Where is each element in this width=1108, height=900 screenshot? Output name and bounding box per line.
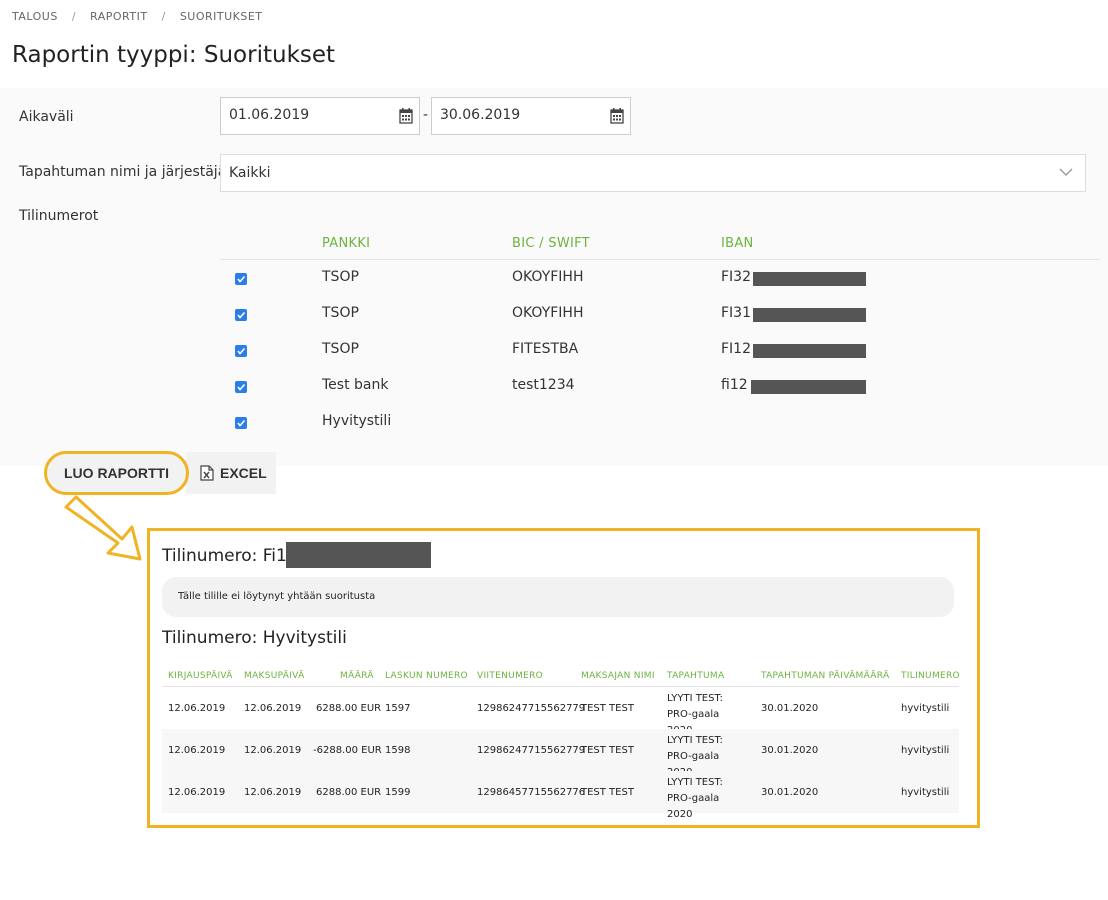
breadcrumb-item-raportit[interactable]: RAPORTIT (90, 10, 148, 23)
breadcrumb-item-suoritukset: SUORITUKSET (179, 10, 263, 23)
account-bic: OKOYFIHH (512, 269, 584, 285)
account-iban: FI32 (721, 269, 751, 285)
checkbox-checked-icon[interactable] (235, 417, 247, 429)
account-row: Test bank test1234 fi12 (220, 368, 1100, 404)
cell-maara: -6288.00 EUR (313, 745, 382, 756)
cell-laskun-numero: 1599 (385, 787, 411, 798)
checkbox-checked-icon[interactable] (235, 381, 247, 393)
date-from-input[interactable]: 01.06.2019 (220, 97, 420, 135)
account-bank: Test bank (322, 377, 389, 393)
cell-maksajan-nimi: TEST TEST (581, 745, 634, 756)
cell-maksajan-nimi: TEST TEST (581, 787, 634, 798)
cell-viitenumero: 12986247715562779 (477, 745, 586, 756)
account-bank: TSOP (322, 269, 359, 285)
breadcrumb-separator: / (161, 10, 166, 23)
account-iban: FI31 (721, 305, 751, 321)
checkbox-checked-icon[interactable] (235, 273, 247, 285)
cell-viitenumero: 12986457715562776 (477, 787, 586, 798)
accounts-header-bank: PANKKI (322, 236, 371, 251)
date-separator: - (423, 107, 429, 123)
col-header-tapahtuma: TAPAHTUMA (667, 671, 725, 681)
date-from-value: 01.06.2019 (229, 107, 310, 123)
empty-notice: Tälle tilille ei löytynyt yhtään suoritu… (162, 577, 954, 617)
cell-maara: 6288.00 EUR (316, 787, 382, 798)
account-row: TSOP OKOYFIHH FI32 (220, 260, 1100, 296)
accounts-label: Tilinumerot (19, 208, 99, 224)
col-header-laskun-numero: LASKUN NUMERO (385, 671, 468, 681)
checkbox-checked-icon[interactable] (235, 309, 247, 321)
account-bic: OKOYFIHH (512, 305, 584, 321)
account-bic: test1234 (512, 377, 575, 393)
cell-kirjauspaiva: 12.06.2019 (168, 745, 226, 756)
col-header-kirjauspaiva: KIRJAUSPÄIVÄ (168, 671, 233, 681)
create-report-button-label: LUO RAPORTTI (64, 465, 169, 481)
account-row: TSOP FITESTBA FI12 (220, 332, 1100, 368)
table-row: 12.06.2019 12.06.2019 6288.00 EUR 1597 1… (162, 687, 959, 736)
event-select-value: Kaikki (229, 165, 271, 181)
account-bic: FITESTBA (512, 341, 579, 357)
create-report-button[interactable]: LUO RAPORTTI (44, 451, 189, 495)
cell-tapahtuman-paivamaara: 30.01.2020 (761, 745, 819, 756)
cell-tapahtuman-paivamaara: 30.01.2020 (761, 703, 819, 714)
page-title: Raportin tyyppi: Suoritukset (12, 42, 336, 68)
col-header-tilinumero: TILINUMERO (901, 671, 960, 681)
table-row: 12.06.2019 12.06.2019 6288.00 EUR 1599 1… (162, 771, 959, 820)
cell-tapahtuma: LYYTI TEST: PRO-gaala 2020 (667, 777, 723, 820)
cell-kirjauspaiva: 12.06.2019 (168, 703, 226, 714)
cell-maksupaiva: 12.06.2019 (244, 703, 302, 714)
cell-kirjauspaiva: 12.06.2019 (168, 787, 226, 798)
calendar-icon[interactable] (610, 108, 624, 124)
iban-redaction (753, 308, 866, 322)
excel-button-label: EXCEL (220, 465, 267, 481)
result-account1-title: Tilinumero: Fi12 (162, 546, 298, 566)
report-result-panel: Tilinumero: Fi12 Tälle tilille ei löytyn… (147, 528, 980, 828)
iban-redaction (751, 380, 866, 394)
col-header-maara: MÄÄRÄ (340, 671, 374, 681)
daterange-label: Aikaväli (19, 109, 74, 125)
cell-tapahtuman-paivamaara: 30.01.2020 (761, 787, 819, 798)
accounts-header-iban: IBAN (721, 236, 754, 251)
table-row: 12.06.2019 12.06.2019 -6288.00 EUR 1598 … (162, 729, 959, 778)
accounts-header-bic: BIC / SWIFT (512, 236, 590, 251)
cell-maksajan-nimi: TEST TEST (581, 703, 634, 714)
account-row: Hyvitystili (220, 404, 1100, 440)
date-to-value: 30.06.2019 (440, 107, 521, 123)
empty-notice-text: Tälle tilille ei löytynyt yhtään suoritu… (178, 591, 376, 602)
account-row: TSOP OKOYFIHH FI31 (220, 296, 1100, 332)
event-select[interactable]: Kaikki (220, 154, 1086, 192)
breadcrumb-item-talous[interactable]: TALOUS (12, 10, 58, 23)
cell-laskun-numero: 1597 (385, 703, 411, 714)
account-bank: TSOP (322, 305, 359, 321)
event-label: Tapahtuman nimi ja järjestäjä (19, 164, 227, 180)
cell-tilinumero: hyvitystili (901, 703, 950, 714)
checkbox-checked-icon[interactable] (235, 345, 247, 357)
iban-redaction (753, 344, 866, 358)
breadcrumb: TALOUS / RAPORTIT / SUORITUKSET (12, 10, 263, 23)
chevron-down-icon (1059, 168, 1073, 176)
account-bank: Hyvitystili (322, 413, 392, 429)
annotation-arrow-icon (64, 495, 142, 561)
excel-file-icon (200, 465, 214, 481)
iban-redaction (753, 272, 866, 286)
cell-viitenumero: 12986247715562779 (477, 703, 586, 714)
col-header-tapahtuman-paivamaara: TAPAHTUMAN PÄIVÄMÄÄRÄ (761, 671, 890, 681)
cell-maksupaiva: 12.06.2019 (244, 787, 302, 798)
col-header-maksupaiva: MAKSUPÄIVÄ (244, 671, 305, 681)
breadcrumb-separator: / (71, 10, 77, 23)
calendar-icon[interactable] (399, 108, 413, 124)
account-iban: FI12 (721, 341, 751, 357)
date-to-input[interactable]: 30.06.2019 (431, 97, 631, 135)
cell-maara: 6288.00 EUR (316, 703, 382, 714)
account-redaction (286, 542, 431, 568)
cell-tilinumero: hyvitystili (901, 745, 950, 756)
account-bank: TSOP (322, 341, 359, 357)
cell-laskun-numero: 1598 (385, 745, 411, 756)
excel-button[interactable]: EXCEL (186, 452, 276, 494)
result-account2-title: Tilinumero: Hyvitystili (162, 628, 347, 648)
cell-maksupaiva: 12.06.2019 (244, 745, 302, 756)
cell-tilinumero: hyvitystili (901, 787, 950, 798)
col-header-maksajan-nimi: MAKSAJAN NIMI (581, 671, 655, 681)
account-iban: fi12 (721, 377, 748, 393)
col-header-viitenumero: VIITENUMERO (477, 671, 544, 681)
